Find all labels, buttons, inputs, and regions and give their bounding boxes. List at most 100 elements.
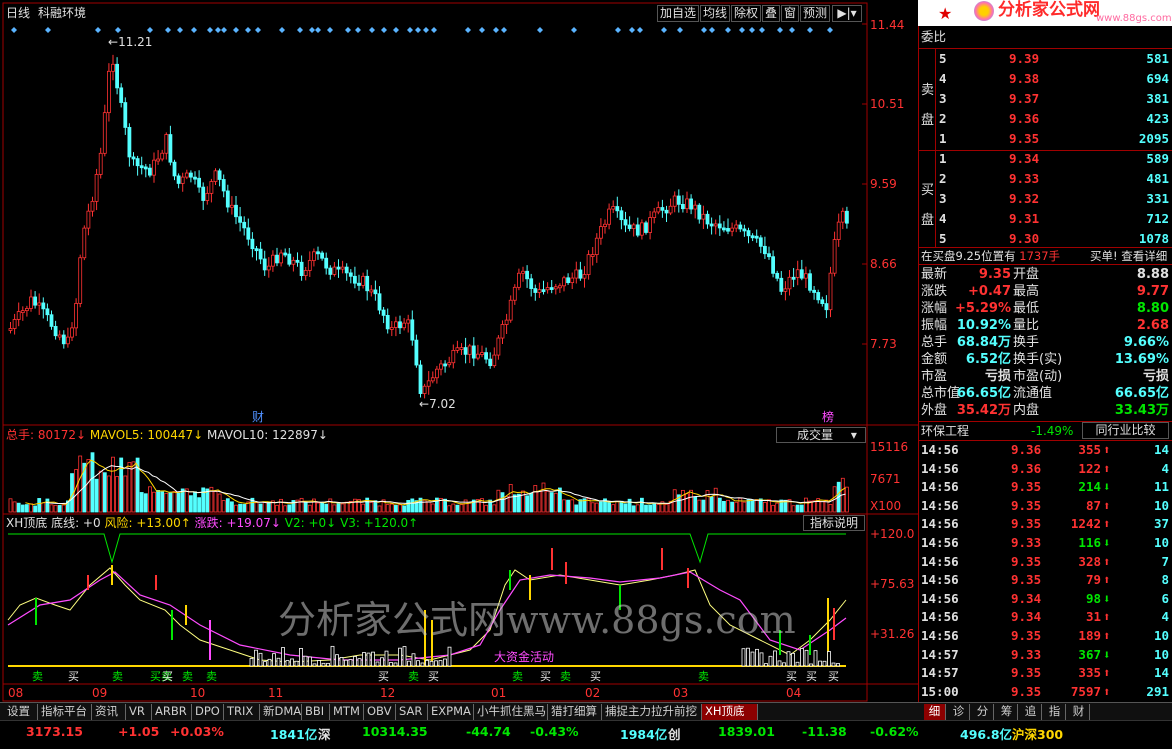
- tab-8[interactable]: BBI: [302, 704, 330, 720]
- view-detail-link[interactable]: 买单! 查看详细: [1090, 249, 1167, 263]
- add-favorite-button[interactable]: 加自选: [657, 5, 699, 22]
- buy-level-row[interactable]: 3 9.32 331: [919, 190, 1172, 208]
- candle-body: [332, 266, 337, 275]
- candle-body: [406, 319, 411, 324]
- tab-14[interactable]: 猎打细算: [548, 704, 602, 720]
- panel-tab-5[interactable]: 指: [1044, 704, 1066, 720]
- quote-label: 最新: [921, 267, 948, 282]
- kline-chart-svg[interactable]: [0, 0, 918, 702]
- sell-level-row[interactable]: 4 9.38 694: [919, 70, 1172, 88]
- peer-compare-button[interactable]: 同行业比较: [1082, 422, 1169, 439]
- fund-bar: [272, 653, 276, 667]
- quote-value: +0.47: [968, 284, 1011, 299]
- candle-body: [197, 177, 202, 188]
- tab-11[interactable]: SAR: [396, 704, 428, 720]
- candle-body: [188, 172, 193, 178]
- tab-15[interactable]: 捕捉主力拉升前挖: [602, 704, 702, 720]
- finance-event-label[interactable]: 财: [252, 410, 264, 424]
- signal-diamond-icon: [431, 27, 437, 33]
- list-event-label[interactable]: 榜: [822, 410, 834, 424]
- level-volume: 331: [1146, 191, 1169, 206]
- chart-area[interactable]: 日线 科融环境 加自选 均线 除权 叠 窗 预测 ▶|▾ 11.44 10.51…: [0, 0, 918, 702]
- tab-12[interactable]: EXPMA: [428, 704, 474, 720]
- candle-body: [578, 269, 583, 279]
- candle-body: [754, 235, 759, 239]
- tab-16[interactable]: XH顶底: [702, 704, 758, 720]
- tab-5[interactable]: DPO: [192, 704, 224, 720]
- tick-price: 9.35: [1011, 497, 1042, 513]
- quote-row: 涨跌 +0.47 最高 9.77: [919, 283, 1172, 301]
- star-icon[interactable]: ★: [938, 4, 952, 23]
- panel-tab-0[interactable]: 细: [924, 704, 946, 720]
- candle-body: [143, 166, 148, 170]
- tab-1[interactable]: 指标平台: [38, 704, 92, 720]
- volume-bar: [615, 500, 620, 513]
- tab-3[interactable]: VR: [126, 704, 152, 720]
- panel-tab-4[interactable]: 追: [1020, 704, 1042, 720]
- ex-right-button[interactable]: 除权: [731, 5, 761, 22]
- signal-diamond-icon: [827, 27, 833, 33]
- buy-level-row[interactable]: 2 9.33 481: [919, 170, 1172, 188]
- volume-bar: [398, 504, 402, 513]
- volume-bar: [361, 503, 366, 513]
- tab-0[interactable]: 设置: [4, 704, 38, 720]
- volume-bar: [512, 494, 517, 513]
- panel-tab-3[interactable]: 筹: [996, 704, 1018, 720]
- window-button[interactable]: 窗: [781, 5, 799, 22]
- tick-price: 9.35: [1011, 516, 1042, 532]
- volume-bar: [726, 499, 730, 513]
- tab-4[interactable]: ARBR: [152, 704, 192, 720]
- tick-volume: 7597: [1070, 683, 1101, 699]
- tab-6[interactable]: TRIX: [224, 704, 260, 720]
- volume-bar: [730, 501, 734, 513]
- fund-bar: [746, 647, 750, 667]
- sell-level-row[interactable]: 3 9.37 381: [919, 90, 1172, 108]
- panel-tab-1[interactable]: 诊: [948, 704, 970, 720]
- volume-bar: [705, 490, 710, 513]
- forecast-button[interactable]: 预测: [800, 5, 830, 22]
- quote-label: 总市值: [921, 386, 961, 401]
- sell-level-row[interactable]: 1 9.35 2095: [919, 130, 1172, 148]
- tab-10[interactable]: OBV: [364, 704, 396, 720]
- tab-13[interactable]: 小牛抓住黑马: [474, 704, 548, 720]
- tab-9[interactable]: MTM: [330, 704, 364, 720]
- panel-tab-6[interactable]: 财: [1068, 704, 1090, 720]
- tick-count: 14: [1153, 665, 1169, 681]
- level-volume: 423: [1146, 111, 1169, 126]
- candle-body: [558, 285, 562, 289]
- overlay-button[interactable]: 叠: [762, 5, 780, 22]
- buy-level-row[interactable]: 5 9.30 1078: [919, 230, 1172, 248]
- candle-body: [86, 210, 91, 229]
- candle-body: [303, 270, 308, 277]
- buy-signal: 买: [806, 670, 817, 683]
- volume-bar: [574, 504, 579, 513]
- sell-level-row[interactable]: 5 9.39 581: [919, 50, 1172, 68]
- level-volume: 481: [1146, 171, 1169, 186]
- buy-level-row[interactable]: 4 9.31 712: [919, 210, 1172, 228]
- candle-body: [414, 339, 419, 366]
- candle-body: [607, 208, 611, 225]
- tick-count: 37: [1153, 516, 1169, 532]
- volume-bar: [820, 501, 825, 513]
- level-price: 9.37: [1009, 91, 1040, 106]
- ma-button[interactable]: 均线: [700, 5, 730, 22]
- level-number: 2: [939, 171, 947, 186]
- tab-7[interactable]: 新DMA: [260, 704, 302, 720]
- volume-bar: [127, 462, 132, 513]
- panel-tab-2[interactable]: 分: [972, 704, 994, 720]
- buy-level-row[interactable]: 1 9.34 589: [919, 150, 1172, 168]
- expand-icon[interactable]: ▶|▾: [832, 5, 862, 22]
- volume-bar: [229, 501, 234, 513]
- quote-value: 68.84万: [956, 335, 1011, 350]
- volume-bar: [553, 492, 558, 513]
- indicator-help-button[interactable]: 指标说明: [803, 515, 865, 531]
- tab-2[interactable]: 资讯: [92, 704, 126, 720]
- volume-bar: [299, 497, 304, 513]
- sell-level-row[interactable]: 2 9.36 423: [919, 110, 1172, 128]
- signal-diamond-icon: [95, 27, 101, 33]
- volume-bar: [279, 498, 284, 513]
- volume-bar: [332, 504, 337, 513]
- buy-signal: 买: [378, 670, 389, 683]
- volume-dropdown[interactable]: 成交量 ▾: [776, 427, 866, 443]
- tick-row: 14:56 9.35 214 ⬇ 11: [919, 478, 1172, 496]
